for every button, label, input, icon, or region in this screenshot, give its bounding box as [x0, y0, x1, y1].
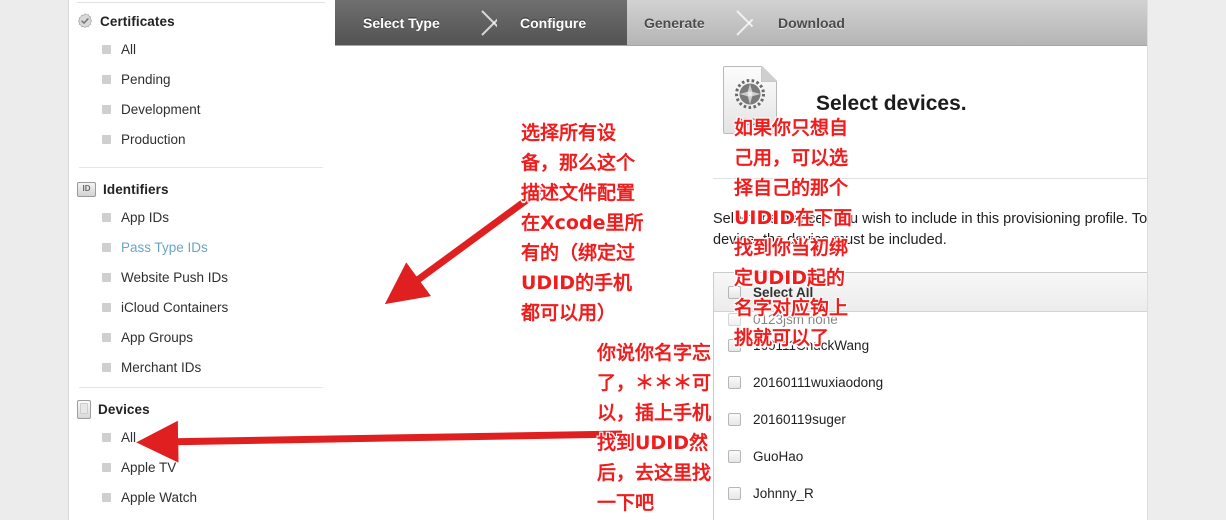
sidebar-item-certificates-development[interactable]: Development — [69, 94, 335, 124]
sidebar-group-certificates: Certificates All Pending Development Pro… — [69, 8, 335, 154]
sidebar-item-devices-all[interactable]: All — [69, 422, 335, 452]
sidebar-item-pass-type-ids[interactable]: Pass Type IDs — [69, 232, 335, 262]
row-checkbox[interactable] — [728, 376, 741, 389]
left-gutter — [0, 0, 68, 520]
step-label: Generate — [644, 15, 705, 31]
sidebar-group-devices: Devices All Apple TV Apple Watch — [69, 396, 335, 512]
sidebar-item-label: Production — [121, 131, 186, 147]
sidebar-item-label: All — [121, 429, 137, 445]
bullet-icon — [102, 44, 111, 54]
sidebar-divider-2 — [79, 387, 323, 388]
annotation-line: 了，＊＊＊可 — [597, 372, 712, 394]
annotation-line: 找到UDID然 — [597, 432, 709, 454]
sidebar-item-apple-watch[interactable]: Apple Watch — [69, 482, 335, 512]
device-name: GuoHao — [753, 449, 804, 464]
certificate-seal-icon — [77, 13, 93, 29]
step-download[interactable]: Download — [755, 0, 908, 46]
device-name: Johnny_R — [753, 486, 814, 501]
annotation-line: 名字对应钩上 — [734, 297, 849, 319]
sidebar-group-title: Devices — [98, 401, 150, 417]
row-checkbox[interactable] — [728, 413, 741, 426]
annotation-line: UDID的手机 — [521, 272, 633, 294]
bullet-icon — [102, 212, 111, 222]
sidebar-group-header-devices: Devices — [69, 396, 335, 422]
sidebar-group-header-certificates: Certificates — [69, 8, 335, 34]
sidebar-item-label: Apple Watch — [121, 489, 198, 505]
sidebar-item-merchant-ids[interactable]: Merchant IDs — [69, 352, 335, 382]
annotation-line: 己用，可以选 — [734, 147, 849, 169]
sidebar-item-label: Website Push IDs — [121, 269, 229, 285]
device-name: 20160111wuxiaodong — [753, 375, 884, 390]
sidebar-item-label: Development — [121, 101, 201, 117]
annotation-line: 如果你只想自 — [734, 117, 849, 139]
sidebar-item-label: Merchant IDs — [121, 359, 202, 375]
sidebar-item-label: Apple TV — [121, 459, 177, 475]
sidebar-divider-1 — [79, 167, 323, 168]
device-phone-icon — [77, 399, 91, 419]
row-checkbox[interactable] — [728, 487, 741, 500]
annotation-line: 有的（绑定过 — [521, 242, 636, 264]
wizard-step-bar: Select Type Configure Generate Download — [335, 0, 1147, 46]
annotation-block-find-udid: 你说你名字忘 了，＊＊＊可 以，插上手机 找到UDID然 后，去这里找 一下吧 — [597, 338, 711, 518]
bullet-icon — [102, 332, 111, 342]
gear-icon — [733, 77, 767, 111]
sidebar-item-label: Pass Type IDs — [121, 239, 208, 255]
bullet-icon — [102, 362, 111, 372]
bullet-icon — [102, 104, 111, 114]
sidebar-item-icloud-containers[interactable]: iCloud Containers — [69, 292, 335, 322]
device-name: 20160119suger — [753, 412, 846, 427]
sidebar-item-website-push-ids[interactable]: Website Push IDs — [69, 262, 335, 292]
sidebar-item-certificates-all[interactable]: All — [69, 34, 335, 64]
annotation-line: 择自己的那个 — [734, 177, 849, 199]
sidebar-group-title: Certificates — [100, 13, 175, 29]
sidebar-item-label: All — [121, 41, 137, 57]
annotation-line: 后，去这里找 — [597, 462, 712, 484]
annotation-line: 在Xcode里所 — [521, 212, 644, 234]
bullet-icon — [102, 492, 111, 502]
sidebar-item-certificates-pending[interactable]: Pending — [69, 64, 335, 94]
step-label: Select Type — [363, 15, 440, 31]
annotation-line: 以，插上手机 — [597, 402, 712, 424]
annotation-line: 找到你当初绑 — [734, 237, 849, 259]
annotation-line: 一下吧 — [597, 492, 655, 514]
sidebar-group-header-identifiers: ID Identifiers — [69, 176, 335, 202]
sidebar-item-certificates-production[interactable]: Production — [69, 124, 335, 154]
annotation-line: 挑就可以了 — [734, 327, 830, 349]
annotation-line: 定UDID起的 — [734, 267, 846, 289]
sidebar: Certificates All Pending Development Pro… — [69, 0, 335, 520]
bullet-icon — [102, 432, 111, 442]
annotation-line: 描述文件配置 — [521, 182, 636, 204]
bullet-icon — [102, 242, 111, 252]
annotation-line: 备，那么这个 — [521, 152, 636, 174]
annotation-line: 你说你名字忘 — [597, 342, 712, 364]
right-gutter — [1148, 0, 1226, 520]
sidebar-item-app-groups[interactable]: App Groups — [69, 322, 335, 352]
id-badge-icon: ID — [77, 181, 96, 197]
sidebar-item-label: App Groups — [121, 329, 194, 345]
annotation-line: 都可以用） — [521, 302, 617, 324]
annotation-block-select-all-devices: 选择所有设 备，那么这个 描述文件配置 在Xcode里所 有的（绑定过 UDID… — [521, 118, 643, 328]
sidebar-group-identifiers: ID Identifiers App IDs Pass Type IDs Web… — [69, 176, 335, 382]
app-window: Certificates All Pending Development Pro… — [0, 0, 1226, 520]
annotation-line: UIDID在下面 — [734, 207, 853, 229]
bullet-icon — [102, 462, 111, 472]
sidebar-group-title: Identifiers — [103, 181, 169, 197]
bullet-icon — [102, 74, 111, 84]
sidebar-item-apple-tv[interactable]: Apple TV — [69, 452, 335, 482]
sidebar-item-app-ids[interactable]: App IDs — [69, 202, 335, 232]
step-label: Download — [778, 15, 845, 31]
bullet-icon — [102, 302, 111, 312]
bullet-icon — [102, 272, 111, 282]
annotation-block-personal-use: 如果你只想自 己用，可以选 择自己的那个 UIDID在下面 找到你当初绑 定UD… — [734, 113, 852, 353]
annotation-line: 选择所有设 — [521, 122, 617, 144]
sidebar-item-label: Pending — [121, 71, 171, 87]
sidebar-item-label: App IDs — [121, 209, 170, 225]
row-checkbox[interactable] — [728, 450, 741, 463]
sidebar-item-label: iCloud Containers — [121, 299, 229, 315]
sidebar-top-divider — [77, 2, 325, 3]
bullet-icon — [102, 134, 111, 144]
step-label: Configure — [520, 15, 587, 31]
